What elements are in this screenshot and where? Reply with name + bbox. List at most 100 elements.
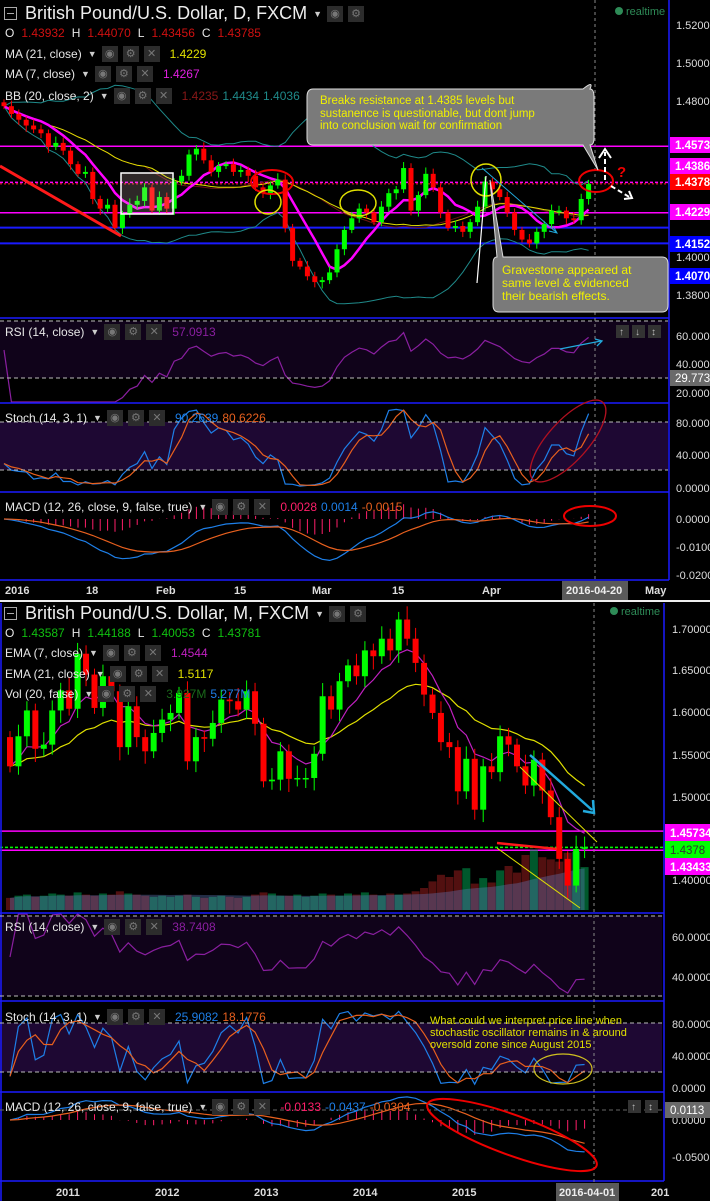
chevron-down-icon[interactable]: ▼: [84, 689, 93, 699]
macd-legend-bottom[interactable]: MACD (12, 26, close, 9, false, true) ▼ ◉ ⚙…: [5, 1099, 410, 1115]
chevron-down-icon[interactable]: ▼: [88, 49, 97, 59]
candle-body: [364, 208, 370, 213]
indicator-label[interactable]: RSI (14, close): [5, 325, 84, 339]
chevron-down-icon[interactable]: ▼: [198, 1102, 207, 1112]
chevron-down-icon[interactable]: ▼: [89, 648, 98, 658]
indicator-label[interactable]: MACD (12, 26, close, 9, false, true): [5, 500, 192, 514]
chevron-down-icon[interactable]: ▼: [198, 502, 207, 512]
gear-icon[interactable]: ⚙: [233, 1099, 250, 1115]
candle-body: [302, 777, 309, 780]
gear-icon[interactable]: ⚙: [348, 5, 365, 22]
chevron-down-icon[interactable]: ▼: [93, 413, 102, 423]
close-icon[interactable]: ✕: [148, 1009, 165, 1025]
close-icon[interactable]: ✕: [155, 88, 172, 104]
tick-label: 40.0000: [672, 1051, 710, 1063]
l-label: L: [137, 26, 145, 40]
bb-legend[interactable]: BB (20, close, 2) ▼ ◉ ⚙ ✕ 1.4235 1.4434 1.4…: [5, 88, 300, 104]
chevron-down-icon[interactable]: ▼: [100, 91, 109, 101]
symbol-title[interactable]: British Pound/U.S. Dollar, M, FXCM: [25, 603, 309, 624]
close-icon[interactable]: ✕: [136, 66, 153, 82]
eye-icon[interactable]: ◉: [104, 919, 121, 935]
gear-icon[interactable]: ⚙: [115, 66, 132, 82]
bottom-symbol-header[interactable]: British Pound/U.S. Dollar, M, FXCM ▼ ◉ ⚙: [4, 603, 367, 624]
chevron-down-icon[interactable]: ▼: [96, 669, 105, 679]
chevron-down-icon[interactable]: ▼: [93, 1012, 102, 1022]
level-label: 1.4573: [675, 140, 710, 152]
callout-line: Breaks resistance at 1.4385 levels but: [320, 95, 515, 107]
tick-label: 0.0000: [672, 1083, 706, 1095]
indicator-label[interactable]: EMA (21, close): [5, 667, 90, 681]
indicator-label[interactable]: Stoch (14, 3, 1): [5, 411, 87, 425]
indicator-label[interactable]: BB (20, close, 2): [5, 89, 94, 103]
stoch-legend-top[interactable]: Stoch (14, 3, 1) ▼ ◉ ⚙ ✕ 90.2639 80.6226: [5, 410, 266, 426]
candle-body: [356, 208, 362, 219]
candle-body: [514, 744, 520, 767]
close-icon[interactable]: ✕: [254, 499, 271, 515]
eye-icon[interactable]: ◉: [104, 324, 121, 340]
close-icon[interactable]: ✕: [146, 919, 163, 935]
gear-icon[interactable]: ⚙: [119, 686, 136, 702]
rsi-legend-top[interactable]: RSI (14, close) ▼ ◉ ⚙ ✕ 57.0913: [5, 324, 216, 340]
close-icon[interactable]: ✕: [146, 324, 163, 340]
candle-body: [581, 847, 588, 849]
gear-icon[interactable]: ⚙: [130, 666, 147, 682]
eye-icon[interactable]: ◉: [106, 1009, 123, 1025]
indicator-value: 1.4544: [170, 646, 208, 660]
ma21-legend[interactable]: MA (21, close) ▼ ◉ ⚙ ✕ 1.4229: [5, 46, 206, 62]
gear-icon[interactable]: ⚙: [127, 410, 144, 426]
eye-icon[interactable]: ◉: [101, 46, 118, 62]
chevron-down-icon[interactable]: ▼: [90, 327, 99, 337]
indicator-label[interactable]: MA (21, close): [5, 47, 82, 61]
close-icon[interactable]: ✕: [148, 410, 165, 426]
eye-icon[interactable]: ◉: [102, 645, 119, 661]
indicator-label[interactable]: Vol (20, false): [5, 687, 78, 701]
close-icon[interactable]: ✕: [151, 666, 168, 682]
indicator-label[interactable]: MA (7, close): [5, 67, 75, 81]
close-icon[interactable]: ✕: [140, 686, 157, 702]
close-icon[interactable]: ✕: [254, 1099, 271, 1115]
candle-body: [408, 168, 414, 211]
cursor-date: 2016-04-20: [566, 585, 622, 597]
indicator-label[interactable]: Stoch (14, 3, 1): [5, 1010, 87, 1024]
gear-icon[interactable]: ⚙: [125, 324, 142, 340]
eye-icon[interactable]: ◉: [212, 499, 229, 515]
chevron-down-icon[interactable]: ▼: [90, 922, 99, 932]
gear-icon[interactable]: ⚙: [350, 605, 367, 622]
close-icon[interactable]: ✕: [144, 645, 161, 661]
rsi-legend-bottom[interactable]: RSI (14, close) ▼ ◉ ⚙ ✕ 38.7408: [5, 919, 216, 935]
eye-icon[interactable]: ◉: [94, 66, 111, 82]
eye-icon[interactable]: ◉: [98, 686, 115, 702]
gear-icon[interactable]: ⚙: [233, 499, 250, 515]
eye-icon[interactable]: ◉: [329, 605, 346, 622]
collapse-icon[interactable]: [4, 607, 17, 620]
gear-icon[interactable]: ⚙: [122, 46, 139, 62]
gear-icon[interactable]: ⚙: [134, 88, 151, 104]
ma7-legend[interactable]: MA (7, close) ▼ ◉ ⚙ ✕ 1.4267: [5, 66, 200, 82]
chevron-down-icon[interactable]: ▼: [315, 609, 324, 619]
candle-body: [23, 710, 30, 737]
indicator-label[interactable]: EMA (7, close): [5, 646, 83, 660]
gear-icon[interactable]: ⚙: [123, 645, 140, 661]
gear-icon[interactable]: ⚙: [127, 1009, 144, 1025]
indicator-label[interactable]: RSI (14, close): [5, 920, 84, 934]
candle-body: [253, 175, 259, 188]
chevron-down-icon[interactable]: ▼: [81, 69, 90, 79]
eye-icon[interactable]: ◉: [113, 88, 130, 104]
symbol-title[interactable]: British Pound/U.S. Dollar, D, FXCM: [25, 3, 307, 24]
eye-icon[interactable]: ◉: [106, 410, 123, 426]
vol-legend[interactable]: Vol (20, false) ▼ ◉ ⚙ ✕ 3.927M 5.277M: [5, 686, 250, 702]
eye-icon[interactable]: ◉: [327, 5, 344, 22]
close-icon[interactable]: ✕: [143, 46, 160, 62]
eye-icon[interactable]: ◉: [109, 666, 126, 682]
gear-icon[interactable]: ⚙: [125, 919, 142, 935]
tick-label: 1.3800: [676, 290, 710, 302]
eye-icon[interactable]: ◉: [212, 1099, 229, 1115]
ema21-legend[interactable]: EMA (21, close) ▼ ◉ ⚙ ✕ 1.5117: [5, 666, 213, 682]
macd-legend-top[interactable]: MACD (12, 26, close, 9, false, true) ▼ ◉ ⚙…: [5, 499, 402, 515]
stoch-legend-bottom[interactable]: Stoch (14, 3, 1) ▼ ◉ ⚙ ✕ 25.9082 18.1776: [5, 1009, 266, 1025]
chevron-down-icon[interactable]: ▼: [313, 9, 322, 19]
collapse-icon[interactable]: [4, 7, 17, 20]
ema7-legend[interactable]: EMA (7, close) ▼ ◉ ⚙ ✕ 1.4544: [5, 645, 208, 661]
top-symbol-header[interactable]: British Pound/U.S. Dollar, D, FXCM ▼ ◉ ⚙: [4, 3, 365, 24]
indicator-label[interactable]: MACD (12, 26, close, 9, false, true): [5, 1100, 192, 1114]
